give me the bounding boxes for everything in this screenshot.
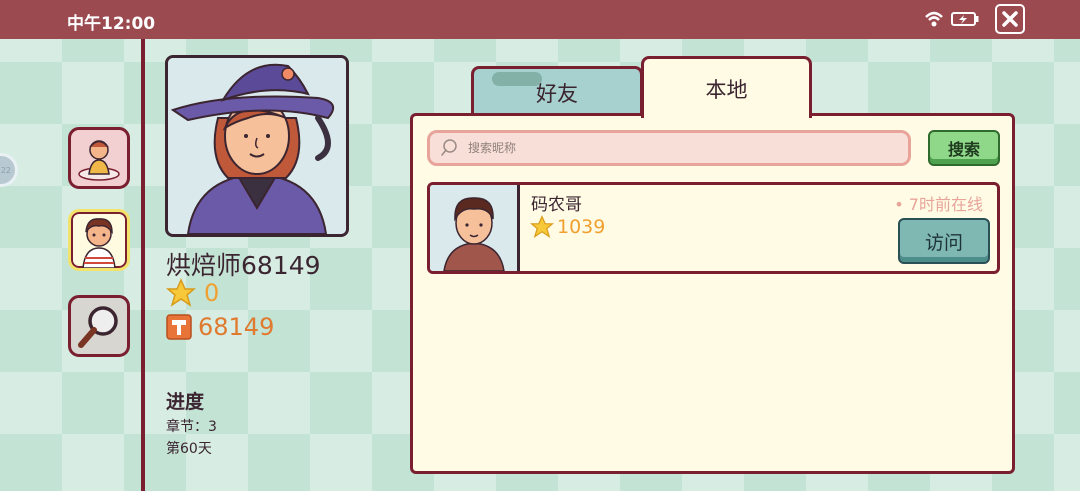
progress-chapter: 章节：3 bbox=[166, 419, 217, 435]
star-icon bbox=[530, 215, 554, 239]
sidebar-item-search[interactable] bbox=[68, 295, 130, 357]
friend-stars-value: 1039 bbox=[557, 216, 606, 238]
magnifier-icon bbox=[78, 306, 118, 348]
wifi-icon bbox=[925, 11, 943, 27]
friend-stars: 1039 bbox=[530, 215, 605, 239]
battery-charging-icon bbox=[951, 12, 979, 26]
player-avatar bbox=[165, 55, 349, 237]
friend-name: 码农哥 bbox=[531, 195, 582, 215]
player-stars-value: 0 bbox=[204, 279, 220, 307]
player-id-row: 68149 bbox=[166, 313, 274, 341]
tab-local[interactable]: 本地 bbox=[641, 56, 812, 118]
character-icon bbox=[430, 185, 517, 271]
search-box[interactable] bbox=[427, 130, 911, 166]
friend-online-status: • 7时前在线 bbox=[894, 195, 983, 214]
friends-panel: 搜索 码农哥 1039 • 7时前在线 访问 bbox=[410, 113, 1015, 474]
side-badge[interactable]: 22 bbox=[0, 153, 18, 187]
witch-portrait-icon bbox=[168, 58, 346, 234]
hammer-icon bbox=[166, 314, 192, 340]
friend-avatar bbox=[430, 185, 520, 271]
close-button[interactable] bbox=[995, 4, 1025, 34]
progress-day: 第60天 bbox=[166, 441, 212, 457]
tab-local-label: 本地 bbox=[705, 77, 748, 102]
player-id-value: 68149 bbox=[198, 313, 275, 341]
clock-time: 中午12:00 bbox=[67, 14, 156, 34]
player-stars: 0 bbox=[166, 278, 219, 308]
list-item[interactable]: 码农哥 1039 • 7时前在线 访问 bbox=[427, 182, 1000, 274]
progress-title: 进度 bbox=[166, 391, 205, 413]
sidebar-item-character-2[interactable] bbox=[68, 209, 130, 271]
search-input[interactable] bbox=[466, 140, 890, 156]
visit-button[interactable]: 访问 bbox=[898, 218, 990, 264]
sidebar-divider bbox=[141, 39, 145, 491]
tab-friends[interactable]: 好友 bbox=[471, 66, 643, 116]
character-icon bbox=[78, 140, 120, 181]
close-icon bbox=[1002, 11, 1018, 27]
search-button[interactable]: 搜索 bbox=[928, 130, 1000, 166]
player-name: 烘焙师68149 bbox=[166, 251, 321, 280]
status-bar: 中午12:00 bbox=[0, 0, 1080, 39]
search-icon bbox=[441, 139, 457, 156]
character-icon bbox=[82, 218, 116, 268]
tab-notification-pill bbox=[492, 72, 542, 86]
tab-friends-label: 好友 bbox=[536, 81, 578, 106]
sidebar-item-character-1[interactable] bbox=[68, 127, 130, 189]
star-icon bbox=[166, 278, 196, 307]
